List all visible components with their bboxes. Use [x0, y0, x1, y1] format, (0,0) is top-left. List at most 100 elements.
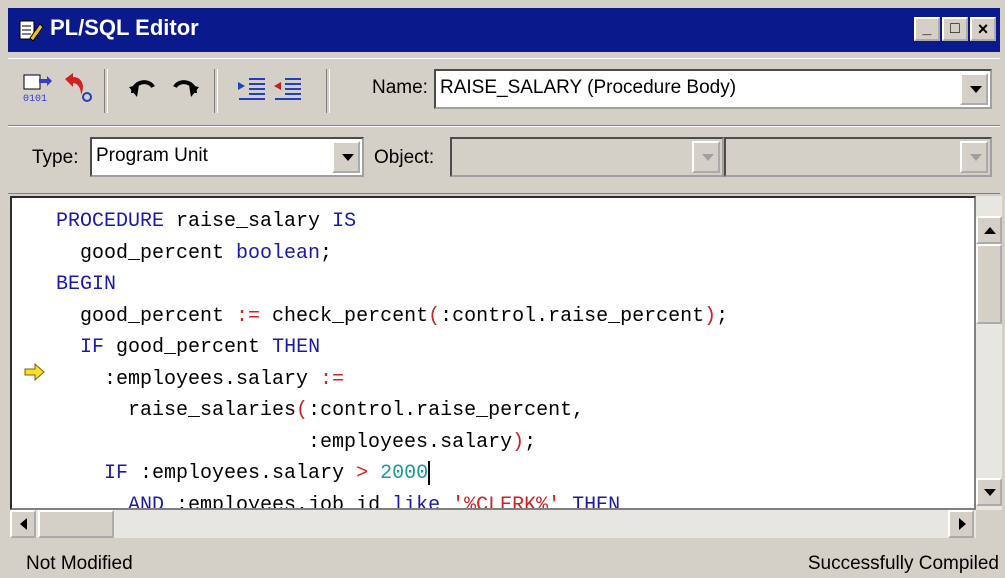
text-cursor: [428, 460, 431, 485]
maximize-button[interactable]: □: [942, 17, 968, 41]
status-bar: Not Modified Successfully Compiled: [0, 544, 1005, 578]
object-sub-dropdown-button[interactable]: [960, 141, 988, 173]
code-token: :employees.salary: [56, 430, 513, 454]
code-token: (: [428, 304, 441, 328]
vertical-scroll-thumb[interactable]: [976, 244, 1002, 324]
code-token: IF: [80, 336, 105, 359]
redo-button[interactable]: [166, 73, 202, 107]
code-token: 2000: [380, 462, 429, 485]
code-token: :=: [236, 304, 261, 328]
navigate-back-icon: [65, 73, 92, 102]
code-line[interactable]: :employees.salary);: [56, 427, 728, 459]
code-line[interactable]: good_percent := check_percent(:control.r…: [56, 301, 728, 333]
code-token: :employees.salary: [128, 462, 357, 485]
modified-status: Not Modified: [26, 553, 133, 574]
minimize-icon: _: [922, 20, 932, 37]
code-token: ;: [524, 430, 537, 454]
undo-icon: [129, 80, 155, 97]
code-line[interactable]: BEGIN: [56, 269, 728, 301]
indent-icon: [238, 78, 265, 100]
horizontal-scroll-thumb[interactable]: [38, 510, 114, 538]
title-bar[interactable]: PL/SQL Editor _ □ ×: [8, 8, 1000, 52]
code-token: PROCEDURE: [56, 210, 165, 233]
code-token: ;: [320, 241, 333, 265]
scroll-right-button[interactable]: [948, 510, 974, 538]
type-value: Program Unit: [96, 145, 208, 166]
scroll-corner: [976, 510, 1002, 538]
code-token: :employees.salary: [56, 367, 321, 391]
minimize-button[interactable]: _: [914, 17, 940, 41]
name-dropdown-button[interactable]: [960, 73, 988, 105]
close-button[interactable]: ×: [970, 17, 996, 41]
code-token: :employees.job_id: [164, 493, 393, 510]
undo-button[interactable]: [126, 73, 162, 107]
code-line[interactable]: IF good_percent THEN: [56, 332, 728, 364]
redo-icon: [173, 80, 199, 97]
code-token: raise_salary: [164, 210, 333, 233]
name-combo[interactable]: RAISE_SALARY (Procedure Body): [434, 69, 992, 109]
code-token: :control.raise_percent: [440, 304, 705, 328]
code-token: THEN: [272, 336, 321, 359]
compile-button[interactable]: 0101: [20, 73, 56, 107]
scroll-up-button[interactable]: [976, 216, 1002, 244]
outdent-icon: [274, 78, 301, 100]
scroll-left-button[interactable]: [10, 510, 36, 538]
code-token: ;: [716, 304, 729, 328]
toolbar-separator: [326, 69, 330, 113]
editor-icon: [19, 20, 44, 42]
name-value: RAISE_SALARY (Procedure Body): [440, 77, 737, 98]
code-line[interactable]: IF :employees.salary > 2000: [56, 458, 728, 490]
code-text[interactable]: PROCEDURE raise_salary IS good_percent b…: [56, 206, 728, 510]
outdent-button[interactable]: [270, 73, 306, 107]
code-token: :control.raise_percent,: [308, 399, 585, 422]
code-line[interactable]: AND :employees.job_id like '%CLERK%' THE…: [56, 490, 728, 510]
code-token: BEGIN: [56, 273, 117, 296]
code-token: good_percent: [56, 304, 237, 328]
code-token: IS: [332, 210, 357, 233]
code-line[interactable]: raise_salaries(:control.raise_percent,: [56, 395, 728, 427]
indent-button[interactable]: [234, 73, 270, 107]
scroll-down-button[interactable]: [976, 478, 1002, 506]
code-line[interactable]: good_percent boolean;: [56, 238, 728, 270]
navigate-back-button[interactable]: [58, 73, 94, 107]
compile-icon: 0101: [23, 74, 52, 105]
vertical-scrollbar[interactable]: [976, 196, 1002, 510]
window-title: PL/SQL Editor: [50, 15, 199, 40]
code-token: ): [704, 304, 717, 328]
code-token: :=: [320, 367, 345, 391]
code-line[interactable]: :employees.salary :=: [56, 364, 728, 396]
code-token: IF: [104, 462, 129, 485]
code-token: '%CLERK%': [452, 493, 561, 510]
code-token: good_percent: [56, 241, 237, 265]
code-line[interactable]: PROCEDURE raise_salary IS: [56, 206, 728, 238]
toolbar-separator: [104, 69, 108, 113]
object-combo[interactable]: [450, 137, 724, 177]
code-token: >: [356, 462, 369, 485]
type-label: Type:: [32, 147, 79, 168]
type-combo[interactable]: Program Unit: [90, 137, 364, 177]
plsql-editor-window: PL/SQL Editor _ □ × 0101 Name: RAISE_SAL…: [0, 0, 1005, 578]
code-token: good_percent: [104, 336, 273, 359]
object-sub-combo[interactable]: [724, 137, 992, 177]
horizontal-scrollbar[interactable]: [10, 510, 976, 538]
code-editor[interactable]: PROCEDURE raise_salary IS good_percent b…: [10, 196, 976, 510]
toolbar-separator: [214, 69, 218, 113]
code-token: boolean: [236, 241, 321, 265]
code-token: (: [296, 399, 309, 422]
type-dropdown-button[interactable]: [332, 141, 360, 173]
editor-gutter[interactable]: [12, 198, 44, 508]
compile-status: Successfully Compiled: [807, 553, 999, 574]
svg-text:0101: 0101: [23, 94, 47, 103]
execution-arrow-icon: [24, 363, 45, 381]
object-label: Object:: [374, 147, 435, 168]
object-dropdown-button[interactable]: [692, 141, 720, 173]
code-token: ): [512, 430, 525, 454]
name-label: Name:: [372, 77, 428, 98]
toolbar-main: 0101 Name: RAISE_SALARY (Procedure Body): [8, 58, 1000, 126]
